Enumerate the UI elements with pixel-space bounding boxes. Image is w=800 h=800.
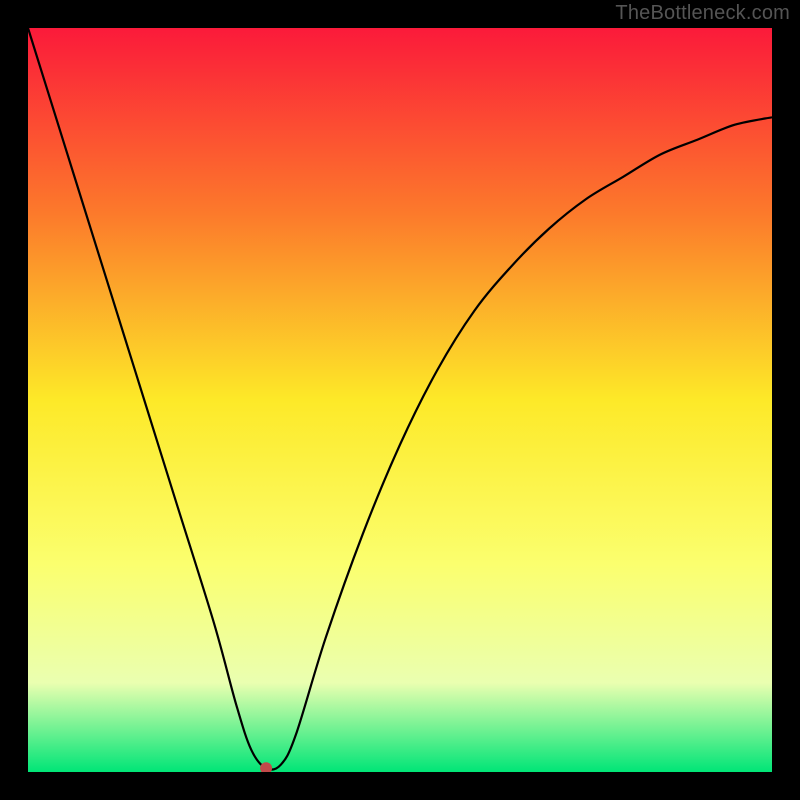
watermark-text: TheBottleneck.com	[615, 2, 790, 25]
chart-frame: TheBottleneck.com	[0, 0, 800, 800]
chart-svg	[28, 28, 772, 772]
gradient-background	[28, 28, 772, 772]
chart-plot-area	[28, 28, 772, 772]
